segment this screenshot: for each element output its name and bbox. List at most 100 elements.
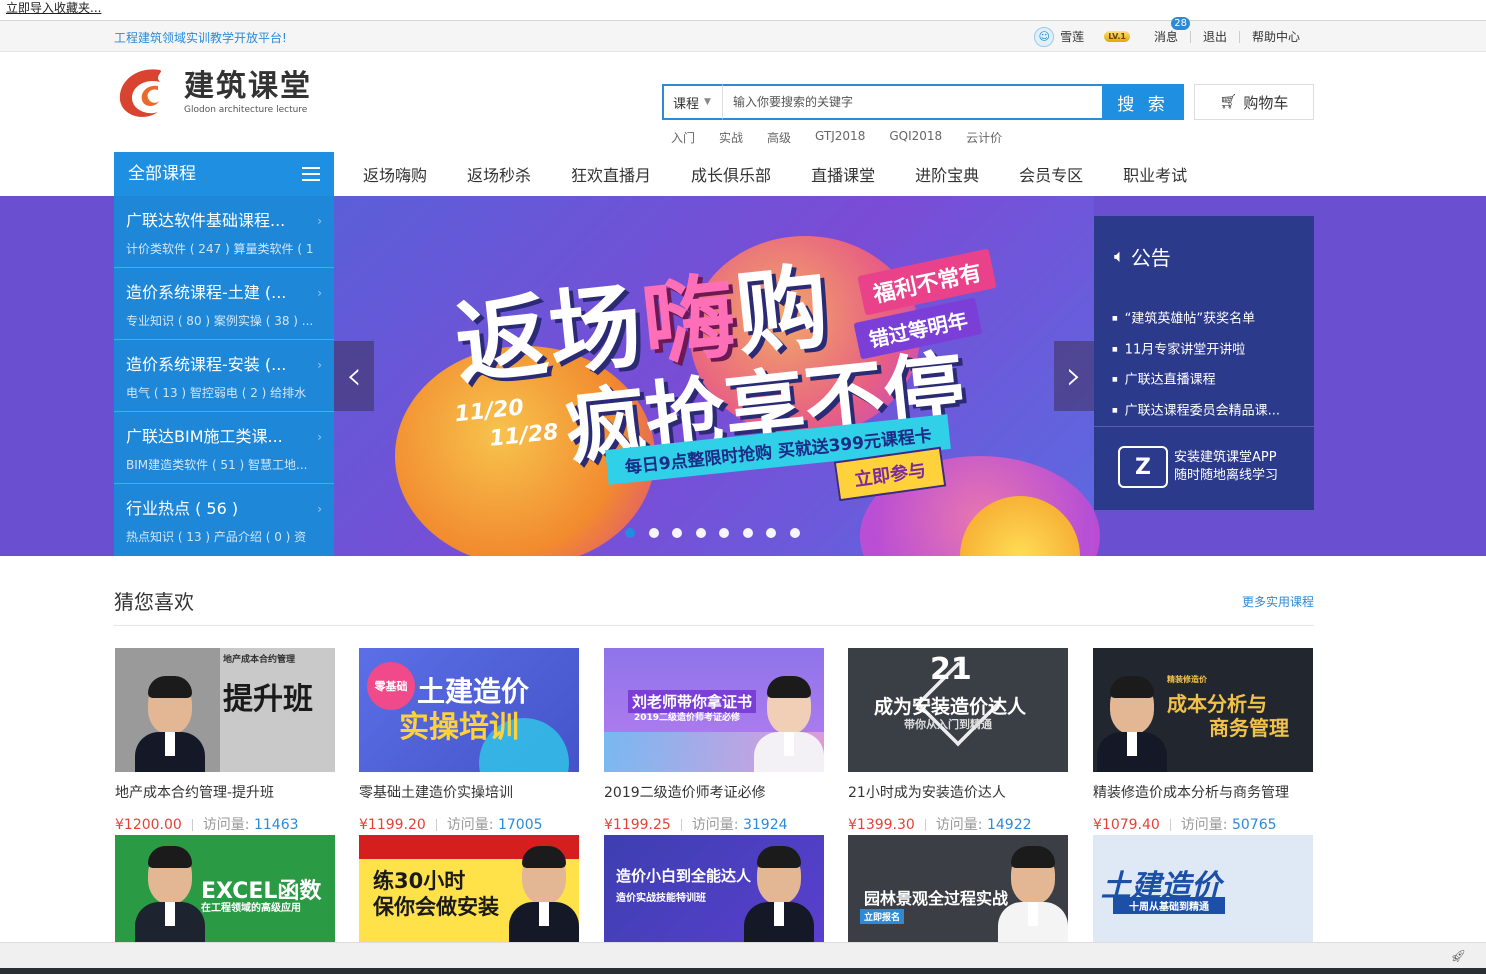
course-card[interactable]: 21 成为安装造价达人 带你从入门到精通 21小时成为安装造价达人 ¥1399.… [848,648,1068,834]
course-title[interactable]: 零基础土建造价实操培训 [359,782,579,802]
app-line1: 安装建筑课堂APP [1174,450,1277,465]
section-title: 猜您喜欢 [114,590,194,614]
help-center-link[interactable]: 帮助中心 [1252,28,1300,45]
thumbnail-subtitle: 立即报名 [860,909,905,924]
notice-item[interactable]: 广联达直播课程 [1112,365,1280,396]
hotword-link[interactable]: 云计价 [966,129,1002,146]
banner-dot[interactable] [648,528,659,538]
thumbnail-subtitle: 在工程领域的高级应用 [201,903,301,914]
course-card[interactable]: 提升班 地产成本合约管理 地产成本合约管理-提升班 ¥1200.00 访问量: 1… [115,648,335,834]
hotword-link[interactable]: GTJ2018 [815,129,865,146]
messages-link[interactable]: 消息 28 [1153,17,1190,45]
course-thumbnail[interactable]: 零基础 土建造价 实操培训 [359,648,579,772]
course-thumbnail[interactable]: 精装修造价 成本分析与 商务管理 [1093,648,1313,772]
category-subitems: 专业知识 ( 80 ) 案例实操 ( 38 ) ... [126,314,314,328]
category-subitems: 电气 ( 13 ) 智控弱电 ( 2 ) 给排水 [126,386,307,400]
course-title[interactable]: 地产成本合约管理-提升班 [115,782,335,802]
app-download-link[interactable]: Z 安装建筑课堂APP 随时随地离线学习 [1118,446,1278,488]
course-thumbnail[interactable]: 土建造价 十周从基础到精通 [1093,835,1313,942]
course-card[interactable]: 精装修造价 成本分析与 商务管理 精装修造价成本分析与商务管理 ¥1079.40… [1093,648,1313,834]
nav-item[interactable]: 狂欢直播月 [571,162,651,186]
course-title[interactable]: 2019二级造价师考证必修 [604,782,824,802]
category-item[interactable]: 行业热点 ( 56 ) 热点知识 ( 13 ) 产品介绍 ( 0 ) 资 › [114,484,334,556]
course-meta: ¥1200.00 访问量: 11463 [115,814,335,834]
notice-item[interactable]: “建筑英雄帖”获奖名单 [1112,304,1280,335]
course-meta: ¥1199.20 访问量: 17005 [359,814,579,834]
category-subitems: BIM建造类软件 ( 51 ) 智慧工地... [126,458,308,472]
category-item[interactable]: 造价系统课程-安装 (... 电气 ( 13 ) 智控弱电 ( 2 ) 给排水 … [114,340,334,412]
app-line2: 随时随地离线学习 [1174,468,1279,483]
slogan: 工程建筑领域实训教学开放平台! [114,31,287,45]
notice-title-text: 公告 [1130,246,1171,270]
nav-item[interactable]: 职业考试 [1123,162,1187,186]
banner-dot[interactable] [789,528,800,538]
cart-label: 购物车 [1243,93,1289,112]
nav-item[interactable]: 成长俱乐部 [691,162,771,186]
course-price: ¥1199.20 [359,817,426,833]
user-bar: ☺ 雪莲 LV.1 消息 28 退出 帮助中心 [1034,17,1300,52]
course-thumbnail[interactable]: 造价小白到全能达人 造价实战技能特训班 [604,835,824,942]
logout-link[interactable]: 退出 [1203,28,1227,45]
search-button[interactable]: 搜 索 [1102,84,1184,120]
course-thumbnail[interactable]: 刘老师带你拿证书 2019二级造价师考证必修 [604,648,824,772]
import-bookmarks-link[interactable]: 立即导入收藏夹... [6,1,101,15]
course-card[interactable]: 土建造价 十周从基础到精通 [1093,835,1313,942]
thumbnail-subtitle: 保你会做安装 [373,895,499,919]
nav-item[interactable]: 返场嗨购 [363,162,427,186]
banner-dot[interactable] [695,528,706,538]
course-card[interactable]: 零基础 土建造价 实操培训 零基础土建造价实操培训 ¥1199.20 访问量: 1… [359,648,579,834]
username[interactable]: 雪莲 [1060,28,1084,45]
hotword-link[interactable]: 入门 [671,129,695,146]
user-avatar-icon[interactable]: ☺ [1034,26,1055,47]
divider [114,625,1314,626]
course-card[interactable]: 园林景观全过程实战 立即报名 [848,835,1068,942]
nav-item[interactable]: 直播课堂 [811,162,875,186]
banner-next-button[interactable]: › [1054,341,1094,411]
more-courses-link[interactable]: 更多实用课程 [1242,593,1314,610]
category-item[interactable]: 广联达软件基础课程... 计价类软件 ( 247 ) 算量类软件 ( 1 › [114,196,334,268]
site-logo[interactable]: 建筑课堂 Glodon architecture lecture [114,64,312,122]
chevron-right-icon: › [317,358,322,372]
course-card[interactable]: 造价小白到全能达人 造价实战技能特训班 [604,835,824,942]
banner-dot[interactable] [719,528,729,538]
category-title: 广联达软件基础课程... [126,211,286,230]
hotword-link[interactable]: 实战 [719,129,743,146]
notice-item[interactable]: 11月专家讲堂开讲啦 [1112,335,1280,366]
search-input[interactable] [722,84,1102,120]
notice-item[interactable]: 广联达课程委员会精品课... [1112,396,1280,427]
hotword-link[interactable]: GQI2018 [889,129,942,146]
course-thumbnail[interactable]: EXCEL函数 在工程领域的高级应用 [115,835,335,942]
nav-item[interactable]: 进阶宝典 [915,162,979,186]
all-courses-button[interactable]: 全部课程 [114,152,334,196]
chevron-right-icon: › [317,286,322,300]
course-thumbnail[interactable]: 21 成为安装造价达人 带你从入门到精通 [848,648,1068,772]
course-card[interactable]: EXCEL函数 在工程领域的高级应用 [115,835,335,942]
category-item[interactable]: 广联达BIM施工类课... BIM建造类软件 ( 51 ) 智慧工地... › [114,412,334,484]
course-title[interactable]: 精装修造价成本分析与商务管理 [1093,782,1313,802]
course-card[interactable]: 刘老师带你拿证书 2019二级造价师考证必修 2019二级造价师考证必修 ¥11… [604,648,824,834]
course-thumbnail[interactable]: 练30小时 保你会做安装 [359,835,579,942]
search-scope-select[interactable]: 课程 ▼ [662,84,722,120]
banner-dot[interactable] [672,528,682,538]
nav-item[interactable]: 返场秒杀 [467,162,531,186]
banner-dot[interactable] [625,528,635,538]
main-nav: 全部课程 返场嗨购 返场秒杀 狂欢直播月 成长俱乐部 直播课堂 进阶宝典 会员专… [0,152,1486,196]
course-meta: ¥1199.25 访问量: 31924 [604,814,824,834]
banner-dot[interactable] [742,528,753,538]
rocket-icon[interactable]: 🚀︎ [1451,949,1466,963]
notice-title: 🔈︎ 公告 [1114,242,1171,271]
divider [1189,30,1191,43]
hotword-link[interactable]: 高级 [767,129,791,146]
course-card[interactable]: 练30小时 保你会做安装 [359,835,579,942]
banner-dot[interactable] [766,528,776,538]
category-item[interactable]: 造价系统课程-土建 (... 专业知识 ( 80 ) 案例实操 ( 38 ) .… [114,268,334,340]
banner-prev-button[interactable]: ‹ [334,341,374,411]
course-title[interactable]: 21小时成为安装造价达人 [848,782,1068,802]
course-thumbnail[interactable]: 园林景观全过程实战 立即报名 [848,835,1068,942]
messages-label: 消息 [1153,30,1178,44]
course-thumbnail[interactable]: 提升班 地产成本合约管理 [115,648,335,772]
cart-button[interactable]: 🛒︎ 购物车 [1194,84,1314,120]
chevron-down-icon: ▼ [704,97,711,107]
bookmark-bar: 立即导入收藏夹... [0,0,1486,21]
nav-item[interactable]: 会员专区 [1019,162,1083,186]
